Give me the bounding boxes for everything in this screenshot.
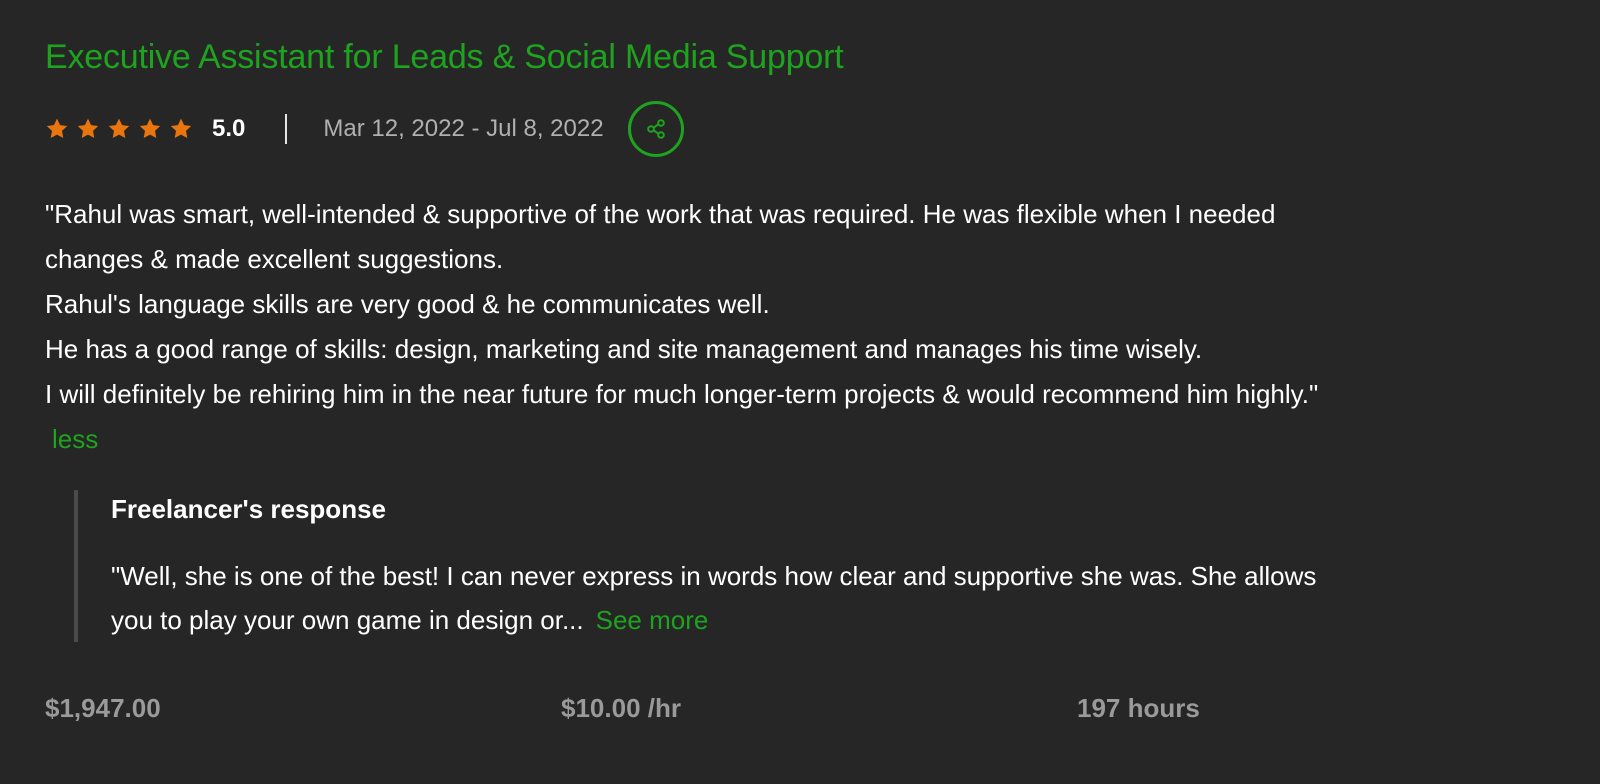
review-text-line: He has a good range of skills: design, m… <box>45 334 1203 364</box>
hourly-rate: $10.00 /hr <box>561 693 681 723</box>
total-earned: $1,947.00 <box>45 693 161 723</box>
response-heading: Freelancer's response <box>111 494 386 524</box>
share-icon <box>646 119 665 139</box>
share-button[interactable] <box>627 101 684 157</box>
hours-worked: 197 hours <box>1077 693 1200 723</box>
rating-value: 5.0 <box>212 115 246 142</box>
review-text-line: changes & made excellent suggestions. <box>45 244 504 274</box>
meta-divider <box>285 114 288 144</box>
review-text-line: Rahul's language skills are very good & … <box>45 289 770 319</box>
response-text: "Well, she is one of the best! I can nev… <box>111 554 1531 642</box>
response-text-line: you to play your own game in design or..… <box>111 598 1531 642</box>
star-rating <box>45 117 200 141</box>
star-icon <box>45 117 69 141</box>
job-title-link[interactable]: Executive Assistant for Leads & Social M… <box>45 38 844 77</box>
contract-dates: Mar 12, 2022 - Jul 8, 2022 <box>323 115 604 142</box>
review-meta: 5.0 Mar 12, 2022 - Jul 8, 2022 <box>45 97 684 161</box>
response-text-truncated: you to play your own game in design or..… <box>111 605 584 635</box>
review-text: "Rahul was smart, well-intended & suppor… <box>45 192 1555 417</box>
see-more-link[interactable]: See more <box>596 605 709 635</box>
show-less-link[interactable]: less <box>52 417 98 462</box>
freelancer-response: Freelancer's response "Well, she is one … <box>74 490 1524 642</box>
review-text-line: "Rahul was smart, well-intended & suppor… <box>45 199 1276 229</box>
star-icon <box>76 117 100 141</box>
response-text-line: "Well, she is one of the best! I can nev… <box>111 561 1317 591</box>
star-icon <box>169 117 193 141</box>
star-icon <box>138 117 162 141</box>
review-text-line: I will definitely be rehiring him in the… <box>45 379 1319 409</box>
star-icon <box>107 117 131 141</box>
job-stats: $1,947.00 $10.00 /hr 197 hours <box>45 693 1565 733</box>
